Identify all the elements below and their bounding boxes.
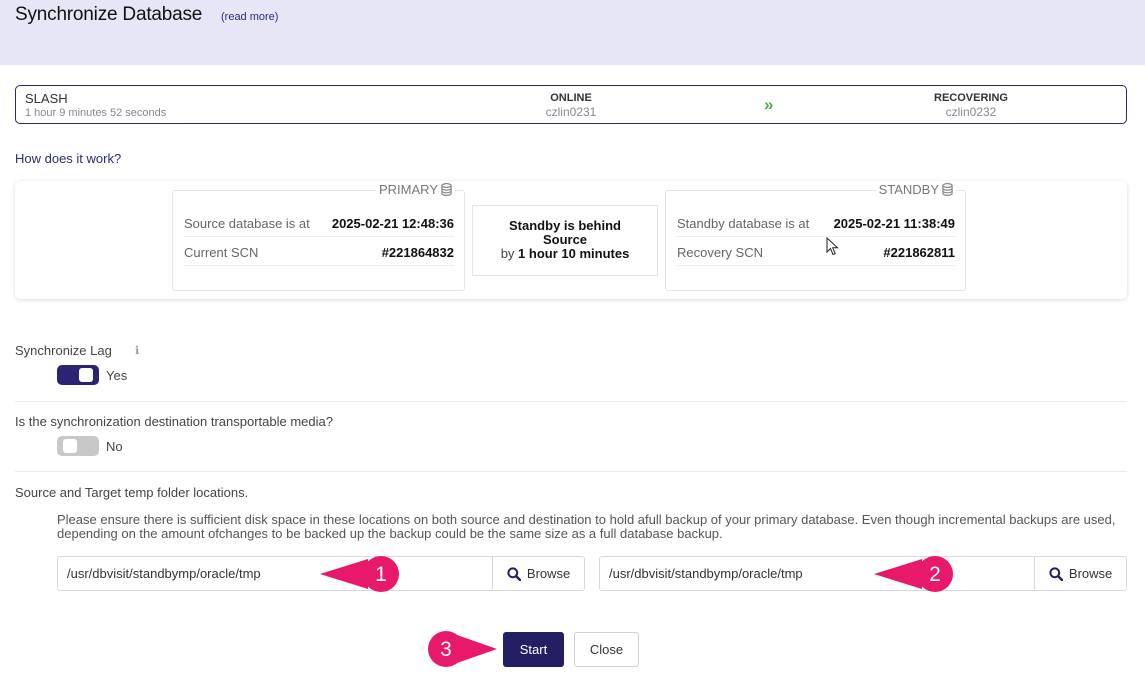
divider (15, 471, 1127, 472)
synchronize-lag-toggle[interactable] (57, 365, 99, 385)
source-time-row: Source database is at 2025-02-21 12:48:3… (184, 210, 454, 237)
search-icon (507, 566, 521, 581)
primary-legend: PRIMARY (376, 182, 455, 197)
standby-time-value: 2025-02-21 11:38:49 (833, 216, 955, 231)
standby-state: RECOVERING (934, 92, 1008, 104)
database-icon (942, 183, 953, 196)
primary-fieldset: PRIMARY Source database is at 2025-02-21… (172, 182, 465, 291)
disk-space-note: Please ensure there is sufficient disk s… (57, 512, 1116, 541)
primary-legend-label: PRIMARY (379, 182, 438, 197)
uptime-text: 1 hour 9 minutes 52 seconds (25, 107, 167, 119)
transportable-media-toggle[interactable] (57, 436, 99, 456)
lag-amount: 1 hour 10 minutes (518, 246, 630, 261)
read-more-link[interactable]: (read more) (221, 11, 278, 23)
standby-status: RECOVERING czlin0232 (891, 92, 1051, 119)
how-does-it-work-link[interactable]: How does it work? (15, 151, 121, 166)
toggle-knob (63, 439, 77, 453)
start-button[interactable]: Start (503, 632, 564, 667)
source-time-label: Source database is at (184, 216, 310, 231)
standby-legend: STANDBY (875, 182, 956, 197)
recovery-scn-value: #221862811 (883, 245, 955, 260)
callout-number: 1 (375, 563, 387, 586)
mouse-cursor-icon (826, 237, 839, 256)
current-scn-label: Current SCN (184, 245, 259, 260)
callout-marker-3: 3 (428, 631, 497, 667)
current-scn-row: Current SCN #221864832 (184, 239, 454, 266)
lag-summary: Standby is behind Source by 1 hour 10 mi… (472, 205, 658, 276)
transportable-media-label: Is the synchronization destination trans… (15, 414, 333, 429)
callout-number: 2 (929, 563, 941, 586)
database-status-bar: SLASH 1 hour 9 minutes 52 seconds ONLINE… (15, 85, 1127, 124)
target-path-group: Browse (599, 556, 1127, 591)
page-header: Synchronize Database (read more) (0, 0, 1145, 65)
source-time-value: 2025-02-21 12:48:36 (331, 216, 454, 231)
synchronize-lag-value: Yes (106, 368, 128, 383)
synchronize-lag-label: Synchronize Lag (15, 343, 112, 358)
sync-comparison-panel: PRIMARY Source database is at 2025-02-21… (15, 181, 1127, 299)
current-scn-value: #221864832 (381, 245, 454, 260)
page-title: Synchronize Database (15, 4, 203, 25)
target-browse-button[interactable]: Browse (1034, 557, 1126, 590)
callout-marker-2: 2 (874, 556, 953, 592)
close-button[interactable]: Close (574, 632, 639, 667)
browse-label: Browse (526, 566, 571, 581)
standby-time-row: Standby database is at 2025-02-21 11:38:… (677, 210, 955, 237)
browse-label: Browse (1068, 566, 1113, 581)
toggle-knob (79, 368, 93, 382)
search-icon (1049, 566, 1063, 581)
primary-host: czlin0231 (545, 105, 597, 119)
lag-by: by (500, 246, 515, 261)
primary-state: ONLINE (550, 92, 592, 104)
source-temp-path-input[interactable] (58, 557, 493, 590)
database-name: SLASH (25, 91, 68, 106)
temp-folder-label: Source and Target temp folder locations. (15, 485, 249, 500)
divider (15, 401, 1127, 402)
transportable-media-value: No (106, 439, 123, 454)
lag-line2: Source (542, 232, 588, 247)
recovery-scn-row: Recovery SCN #221862811 (677, 239, 955, 266)
info-icon[interactable]: ℹ (135, 344, 139, 357)
standby-fieldset: STANDBY Standby database is at 2025-02-2… (665, 182, 966, 291)
standby-legend-label: STANDBY (878, 182, 939, 197)
recovery-scn-label: Recovery SCN (677, 245, 763, 260)
target-temp-path-input[interactable] (600, 557, 1035, 590)
primary-status: ONLINE czlin0231 (491, 92, 651, 119)
double-chevron-right-icon: » (764, 95, 774, 114)
source-browse-button[interactable]: Browse (492, 557, 584, 590)
callout-marker-1: 1 (320, 556, 399, 592)
database-icon (441, 183, 452, 196)
standby-host: czlin0232 (945, 105, 997, 119)
lag-line1: Standby is behind (509, 218, 621, 233)
callout-number: 3 (440, 638, 452, 661)
standby-time-label: Standby database is at (677, 216, 810, 231)
